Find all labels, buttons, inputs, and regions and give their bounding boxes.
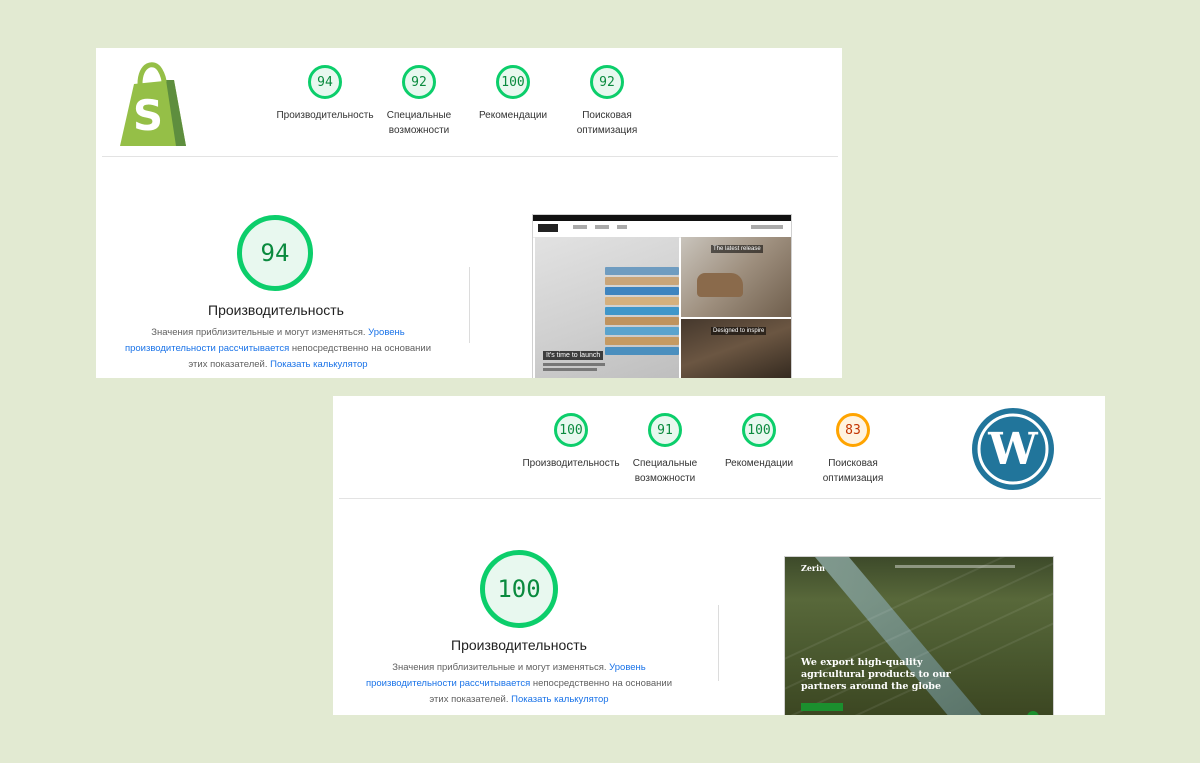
score-ring: 100 [496,65,530,99]
gauge-label: Производительность [276,110,374,121]
gauge-performance[interactable]: 94 Производительность [276,65,374,138]
block [605,327,679,335]
block [605,287,679,295]
svg-text:W: W [987,424,1038,475]
promo-image-top: The latest release [681,237,791,317]
category-scores: 100 Производительность 91 Специальные во… [522,413,900,486]
desc-text: Значения приблизительные и могут изменят… [151,327,369,338]
divider [339,498,1101,499]
gauge-accessibility[interactable]: 92 Специальные возможности [372,65,466,138]
show-calculator-link[interactable]: Показать калькулятор [511,694,608,705]
site-nav [533,221,791,238]
svg-text:S: S [133,91,163,140]
gauge-seo[interactable]: 83 Поисковая оптимизация [806,413,900,486]
gauge-label: Специальные возможности [632,458,698,484]
wordpress-icon: W [972,408,1054,490]
hero-headline: We export high-quality agricultural prod… [801,657,951,692]
category-scores: 94 Производительность 92 Специальные воз… [276,65,654,138]
vertical-divider [469,267,470,343]
gauge-seo[interactable]: 92 Поисковая оптимизация [560,65,654,138]
gauge-label: Поисковая оптимизация [576,110,638,136]
desc-text: Значения приблизительные и могут изменят… [392,662,610,673]
chat-icon [1027,711,1039,715]
gauge-performance[interactable]: 100 Производительность [522,413,620,486]
hero-subtext [543,368,597,371]
site-logo: Zerin [801,563,825,573]
hero-caption: It's time to launch [543,351,604,360]
block [605,347,679,355]
gauge-label: Поисковая оптимизация [822,458,884,484]
nav-item [595,225,609,229]
score-ring: 92 [590,65,624,99]
hero-subtext [543,363,605,366]
lighthouse-report-shopify: S 94 Производительность 92 Специальные в… [96,48,842,378]
score-description: Значения приблизительные и могут изменят… [120,325,436,373]
score-ring: 100 [554,413,588,447]
show-calculator-link[interactable]: Показать калькулятор [270,359,367,370]
gauge-best-practices[interactable]: 100 Рекомендации [466,65,560,138]
toy-figure [697,273,743,297]
block [605,307,679,315]
score-ring: 94 [308,65,342,99]
site-nav [895,565,1015,568]
promo-label: The latest release [711,245,763,253]
promo-image-bottom: Designed to inspire [681,319,791,378]
vertical-divider [718,605,719,681]
nav-item [573,225,587,229]
page-screenshot-thumbnail: It's time to launch The latest release D… [532,214,792,378]
gauge-accessibility[interactable]: 91 Специальные возможности [618,413,712,486]
gauge-label: Производительность [522,458,620,469]
hero-image: It's time to launch [535,237,679,378]
hero-button [801,703,843,711]
score-ring: 92 [402,65,436,99]
gauge-label: Специальные возможности [386,110,452,136]
gauge-best-practices[interactable]: 100 Рекомендации [712,413,806,486]
block [605,277,679,285]
main-score-ring: 94 [237,215,313,291]
score-ring: 91 [648,413,682,447]
block [605,317,679,325]
nav-item [617,225,627,229]
score-ring: 83 [836,413,870,447]
promo-label: Designed to inspire [711,327,767,335]
nav-actions [751,225,783,229]
score-description: Значения приблизительные и могут изменят… [361,660,677,708]
lighthouse-report-wordpress: 100 Производительность 91 Специальные во… [333,396,1105,715]
main-score-title: Производительность [208,302,344,318]
block [605,297,679,305]
main-score-ring: 100 [480,550,558,628]
page-screenshot-thumbnail: Zerin We export high-quality agricultura… [784,556,1054,715]
gauge-label: Рекомендации [478,110,548,121]
shopify-bag-icon: S [120,62,186,146]
site-logo [538,224,558,232]
block [605,267,679,275]
score-ring: 100 [742,413,776,447]
gauge-label: Рекомендации [724,458,794,469]
main-score-title: Производительность [451,637,587,653]
divider [102,156,838,157]
block [605,337,679,345]
